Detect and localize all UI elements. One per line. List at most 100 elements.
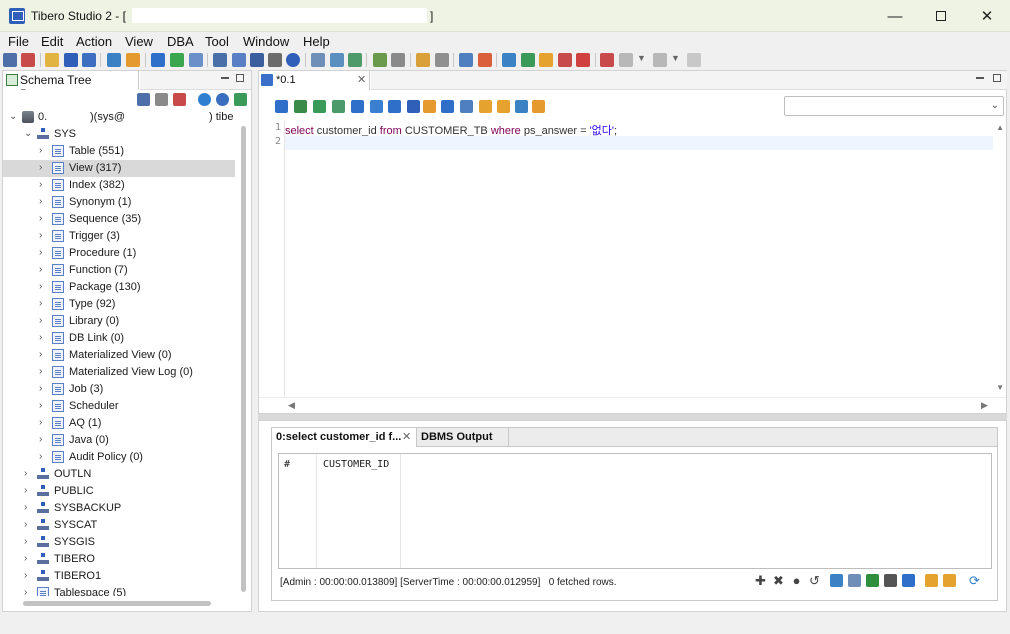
delete-icon[interactable] xyxy=(558,53,572,67)
maximize-panel-icon[interactable] xyxy=(236,74,244,82)
scroll-up-icon[interactable]: ▲ xyxy=(996,123,1004,132)
chevron-right-icon[interactable]: › xyxy=(24,519,34,530)
upload-icon[interactable] xyxy=(539,53,553,67)
lock-icon[interactable] xyxy=(925,574,938,587)
sql-editor-icon[interactable] xyxy=(151,53,165,67)
sql-rollback-icon[interactable] xyxy=(388,100,401,113)
tree-item-materialized-view-log[interactable]: › Materialized View Log (0) xyxy=(3,364,239,381)
tree-item-procedure[interactable]: › Procedure (1) xyxy=(3,245,239,262)
monitor-session-icon[interactable] xyxy=(330,53,344,67)
excel-export-icon[interactable] xyxy=(866,574,879,587)
tree-tablespace[interactable]: › Tablespace (5) xyxy=(3,585,239,596)
execute-all-icon[interactable] xyxy=(294,100,307,113)
chevron-right-icon[interactable]: › xyxy=(39,230,49,241)
tree-item-job[interactable]: › Job (3) xyxy=(3,381,239,398)
chevron-right-icon[interactable]: › xyxy=(39,162,49,173)
tab-query-result[interactable]: 0:select customer_id f... ✕ xyxy=(272,428,417,447)
tree-connection[interactable]: ⌄ 0. )(sys@ ) tibe xyxy=(3,109,239,126)
minimize-panel-icon[interactable] xyxy=(221,77,229,79)
redo-icon[interactable] xyxy=(653,53,667,67)
tree-schema-tibero[interactable]: › TIBERO xyxy=(3,551,239,568)
tree-item-materialized-view[interactable]: › Materialized View (0) xyxy=(3,347,239,364)
report-icon[interactable] xyxy=(391,53,405,67)
minimize-button[interactable]: — xyxy=(872,0,918,32)
close-tab-icon[interactable]: ✕ xyxy=(402,430,411,443)
undo-icon[interactable] xyxy=(619,53,633,67)
psm-editor-icon[interactable] xyxy=(170,53,184,67)
scroll-left-icon[interactable]: ◀ xyxy=(288,400,295,411)
unlock-icon[interactable] xyxy=(943,574,956,587)
menu-action[interactable]: Action xyxy=(76,34,112,49)
tree-item-index[interactable]: › Index (382) xyxy=(3,177,239,194)
filter-icon[interactable] xyxy=(234,93,247,106)
execute-icon[interactable] xyxy=(275,100,288,113)
stop-icon[interactable] xyxy=(600,53,614,67)
connect-icon[interactable] xyxy=(3,53,17,67)
chevron-right-icon[interactable]: › xyxy=(39,179,49,190)
tree-item-function[interactable]: › Function (7) xyxy=(3,262,239,279)
comment-icon[interactable] xyxy=(460,100,473,113)
tree-schema-sysbackup[interactable]: › SYSBACKUP xyxy=(3,500,239,517)
grid-icon[interactable] xyxy=(423,100,436,113)
chevron-right-icon[interactable]: › xyxy=(39,417,49,428)
chevron-right-icon[interactable]: › xyxy=(39,315,49,326)
expand-icon[interactable]: ⌄ xyxy=(9,111,19,122)
chart-icon[interactable] xyxy=(348,53,362,67)
expand-icon[interactable]: ⌄ xyxy=(24,128,34,139)
table-icon[interactable] xyxy=(459,53,473,67)
tree-schema-outln[interactable]: › OUTLN xyxy=(3,466,239,483)
indent-icon[interactable] xyxy=(479,100,492,113)
minimize-panel-icon[interactable] xyxy=(976,77,984,79)
menu-view[interactable]: View xyxy=(125,34,153,49)
disconnect-icon[interactable] xyxy=(21,53,35,67)
chevron-right-icon[interactable]: › xyxy=(39,196,49,207)
connect-icon[interactable] xyxy=(137,93,150,106)
tab-sql-editor[interactable]: *0.1 ; ✕ xyxy=(259,71,370,90)
tree-item-aq[interactable]: › AQ (1) xyxy=(3,415,239,432)
alert-icon[interactable] xyxy=(478,53,492,67)
execute-script-icon[interactable] xyxy=(313,100,326,113)
schema-icon[interactable] xyxy=(189,53,203,67)
maximize-button[interactable] xyxy=(918,0,964,32)
sql-format-icon[interactable] xyxy=(407,100,420,113)
chevron-right-icon[interactable]: › xyxy=(39,400,49,411)
close-tab-icon[interactable]: ✕ xyxy=(357,73,366,86)
menu-window[interactable]: Window xyxy=(243,34,289,49)
export-icon[interactable] xyxy=(416,53,430,67)
menu-dba[interactable]: DBA xyxy=(167,34,194,49)
code-line-2[interactable] xyxy=(285,136,993,150)
menu-edit[interactable]: Edit xyxy=(41,34,63,49)
save-as-icon[interactable] xyxy=(82,53,96,67)
delete-row-icon[interactable]: ✖ xyxy=(772,574,785,587)
table-view-icon[interactable] xyxy=(848,574,861,587)
tree-icon[interactable] xyxy=(232,53,246,67)
tree-item-package[interactable]: › Package (130) xyxy=(3,279,239,296)
pin-icon[interactable] xyxy=(687,53,701,67)
column-header[interactable]: CUSTOMER_ID xyxy=(323,459,389,470)
tree-item-sequence[interactable]: › Sequence (35) xyxy=(3,211,239,228)
tree-item-synonym[interactable]: › Synonym (1) xyxy=(3,194,239,211)
code-line-1[interactable]: select customer_id from CUSTOMER_TB wher… xyxy=(285,122,993,137)
connection-select[interactable]: ⌄ xyxy=(784,96,1004,116)
find-icon[interactable] xyxy=(435,53,449,67)
user-lock-icon[interactable] xyxy=(250,53,264,67)
tree-item-library[interactable]: › Library (0) xyxy=(3,313,239,330)
upper-case-icon[interactable] xyxy=(515,100,528,113)
open-folder-icon[interactable] xyxy=(45,53,59,67)
users-icon[interactable] xyxy=(213,53,227,67)
export-result-icon[interactable] xyxy=(902,574,915,587)
chevron-right-icon[interactable]: › xyxy=(39,349,49,360)
tree-item-audit-policy[interactable]: › Audit Policy (0) xyxy=(3,449,239,466)
chevron-right-icon[interactable]: › xyxy=(39,145,49,156)
chevron-right-icon[interactable]: › xyxy=(24,553,34,564)
result-grid[interactable]: # CUSTOMER_ID xyxy=(278,453,992,569)
chevron-right-icon[interactable]: › xyxy=(39,366,49,377)
menu-tool[interactable]: Tool xyxy=(205,34,229,49)
new-connection-icon[interactable] xyxy=(155,93,168,106)
maximize-panel-icon[interactable] xyxy=(993,74,1001,82)
tree-schema-public[interactable]: › PUBLIC xyxy=(3,483,239,500)
refresh-icon[interactable]: ⟳ xyxy=(968,574,981,587)
tree-item-type[interactable]: › Type (92) xyxy=(3,296,239,313)
chevron-right-icon[interactable]: › xyxy=(24,536,34,547)
tree-vertical-scrollbar[interactable] xyxy=(241,126,246,592)
